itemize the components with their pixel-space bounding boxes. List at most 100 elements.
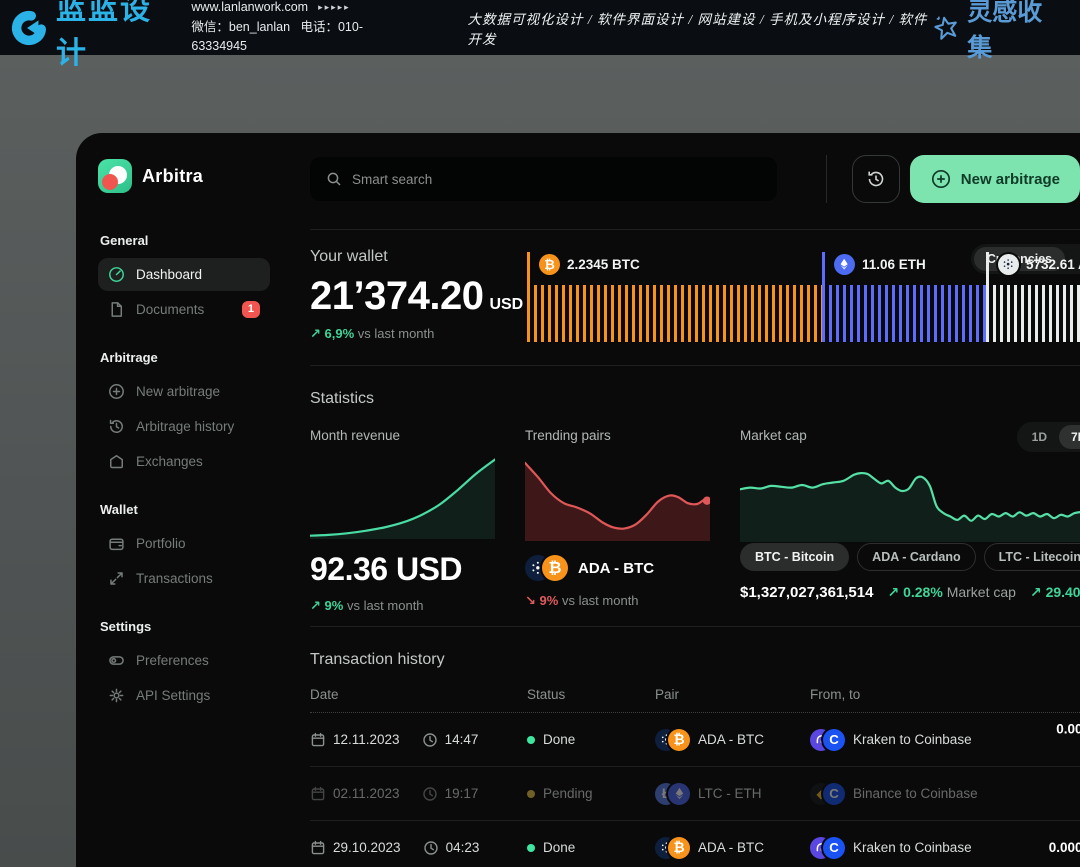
btc-coin-icon: ₿ bbox=[668, 837, 690, 859]
sidebar-item-label: Dashboard bbox=[136, 267, 202, 282]
star-icon bbox=[933, 14, 960, 42]
month-revenue-change: ↗ 9% vs last month bbox=[310, 598, 495, 614]
banner-wechat: 微信：ben_lanlan bbox=[191, 20, 290, 34]
btc-coin-icon: ₿ bbox=[542, 555, 568, 581]
lanlan-logo-icon bbox=[10, 8, 48, 48]
coinbase-coin-icon: C bbox=[823, 729, 845, 751]
wallet-total: 21’374.20USD bbox=[310, 274, 523, 319]
sidebar-item-label: API Settings bbox=[136, 688, 210, 703]
wallet-change: ↗ 6,9% vs last month bbox=[310, 326, 434, 342]
calendar-icon bbox=[310, 786, 326, 802]
holding-ticks bbox=[527, 285, 822, 342]
banner-services: 大数据可视化设计 / 软件界面设计 / 网站建设 / 手机及小程序设计 / 软件… bbox=[468, 8, 933, 48]
wallet-icon bbox=[108, 535, 125, 552]
month-revenue-card: Month revenue 92.36 USD ↗ 9% vs last mon… bbox=[310, 428, 495, 614]
sidebar-item-arbitrage-history[interactable]: Arbitrage history bbox=[98, 410, 270, 443]
coin-pill-ltc[interactable]: LTC - Litecoin bbox=[984, 543, 1080, 571]
sidebar-item-documents[interactable]: Documents1 bbox=[98, 293, 270, 326]
topbar-divider bbox=[826, 155, 827, 203]
transaction-amount: 0.0021 bbox=[1056, 718, 1080, 761]
nav-section-label: Settings bbox=[100, 619, 270, 634]
document-icon bbox=[108, 301, 125, 318]
sidebar-item-label: Preferences bbox=[136, 653, 209, 668]
calendar-icon bbox=[310, 732, 326, 748]
transaction-row[interactable]: 29.10.202304:23Done₿ADA - BTCCKraken to … bbox=[310, 821, 1080, 867]
col-date: Date bbox=[310, 687, 527, 712]
market-cap-stats: $1,327,027,361,514 ↗ 0.28% Market cap ↗ … bbox=[740, 584, 1080, 601]
range-7d[interactable]: 7D bbox=[1059, 425, 1080, 449]
pair-icons: ₿ bbox=[525, 555, 568, 581]
holding-amount: 5732.61 ADA bbox=[1026, 257, 1080, 272]
calendar-icon bbox=[310, 840, 326, 856]
col-status: Status bbox=[527, 687, 655, 712]
search-icon bbox=[326, 171, 342, 187]
promo-banner: 蓝蓝设计 www.lanlanwork.com ▸▸▸▸▸ 微信：ben_lan… bbox=[0, 0, 1080, 55]
sidebar-item-label: Documents bbox=[136, 302, 204, 317]
new-arbitrage-label: New arbitrage bbox=[961, 171, 1060, 188]
transaction-date: 12.11.2023 bbox=[333, 732, 400, 747]
inspiration-collect-button[interactable]: 灵感收集 bbox=[933, 0, 1062, 64]
sidebar-item-portfolio[interactable]: Portfolio bbox=[98, 527, 270, 560]
banner-contact: www.lanlanwork.com ▸▸▸▸▸ 微信：ben_lanlan 电… bbox=[191, 0, 407, 57]
transaction-time: 19:17 bbox=[445, 786, 479, 801]
pair-label: ADA - BTC bbox=[698, 840, 764, 855]
sidebar-item-new-arbitrage[interactable]: New arbitrage bbox=[98, 375, 270, 408]
sidebar-item-api-settings[interactable]: API Settings bbox=[98, 679, 270, 712]
transaction-time: 04:23 bbox=[446, 840, 480, 855]
month-revenue-chart bbox=[310, 457, 495, 539]
status-dot bbox=[527, 790, 535, 798]
transaction-date: 29.10.2023 bbox=[333, 840, 401, 855]
status-label: Done bbox=[543, 732, 575, 747]
transfer-icon bbox=[108, 570, 125, 587]
sidebar-item-label: Portfolio bbox=[136, 536, 186, 551]
sidebar-item-dashboard[interactable]: Dashboard bbox=[98, 258, 270, 291]
sidebar-item-preferences[interactable]: Preferences bbox=[98, 644, 270, 677]
app-brand-name: Arbitra bbox=[142, 166, 203, 187]
market-cap-pills: BTC - Bitcoin ADA - Cardano LTC - Litecoin… bbox=[740, 543, 1080, 571]
search-box[interactable] bbox=[310, 157, 777, 201]
transaction-row[interactable]: 12.11.202314:47Done₿ADA - BTCCKraken to … bbox=[310, 713, 1080, 767]
clock-icon bbox=[422, 786, 438, 802]
market-cap-value: $1,327,027,361,514 bbox=[740, 584, 873, 601]
holding-amount: 11.06 ETH bbox=[862, 257, 926, 272]
plus-circle-icon bbox=[930, 168, 952, 190]
search-input[interactable] bbox=[352, 172, 761, 187]
nav-section-label: Wallet bbox=[100, 502, 270, 517]
transaction-time: 14:47 bbox=[445, 732, 479, 747]
trending-pairs-label: Trending pairs bbox=[525, 428, 710, 443]
holding-segment-ada: 5732.61 ADA bbox=[986, 252, 1080, 342]
volume-change: ↗ 29.40% Volume (24h) bbox=[1030, 584, 1080, 601]
sidebar-item-label: New arbitrage bbox=[136, 384, 220, 399]
nav-section-general: General Dashboard Documents1 bbox=[98, 233, 270, 326]
transaction-date: 02.11.2023 bbox=[333, 786, 400, 801]
dashboard-icon bbox=[108, 266, 125, 283]
sidebar: Arbitra General Dashboard Documents1 Arbitr… bbox=[76, 133, 290, 867]
sidebar-item-exchanges[interactable]: Exchanges bbox=[98, 445, 270, 478]
arbitra-logo-icon bbox=[98, 159, 132, 193]
pair-label: LTC - ETH bbox=[698, 786, 762, 801]
route-label: Kraken to Coinbase bbox=[853, 732, 972, 747]
nav-section-label: General bbox=[100, 233, 270, 248]
range-1d[interactable]: 1D bbox=[1020, 425, 1059, 449]
trending-pair-name: ADA - BTC bbox=[578, 560, 654, 577]
clock-icon bbox=[422, 732, 438, 748]
route-label: Kraken to Coinbase bbox=[853, 840, 972, 855]
nav-section-settings: Settings Preferences API Settings bbox=[98, 619, 270, 712]
btc-coin-icon: ₿ bbox=[668, 729, 690, 751]
lanlan-logo: 蓝蓝设计 bbox=[0, 0, 177, 72]
statistics-title: Statistics bbox=[310, 390, 374, 408]
new-arbitrage-button[interactable]: New arbitrage bbox=[910, 155, 1080, 203]
transaction-history-section: Transaction history Date Status Pair Fro… bbox=[290, 651, 1080, 867]
transaction-row[interactable]: 02.11.202319:17PendingŁLTC - ETH◆CBinanc… bbox=[310, 767, 1080, 821]
coin-pill-btc[interactable]: BTC - Bitcoin bbox=[740, 543, 849, 571]
market-cap-change: ↗ 0.28% Market cap bbox=[887, 584, 1015, 601]
sidebar-item-transactions[interactable]: Transactions bbox=[98, 562, 270, 595]
transaction-history-title: Transaction history bbox=[310, 651, 1080, 669]
collect-label: 灵感收集 bbox=[967, 0, 1062, 64]
trending-pairs-change: ↘ 9% vs last month bbox=[525, 593, 710, 609]
api-icon bbox=[108, 687, 125, 704]
history-button[interactable] bbox=[852, 155, 900, 203]
ada-light-coin-icon bbox=[998, 254, 1019, 275]
coin-pill-ada[interactable]: ADA - Cardano bbox=[857, 543, 975, 571]
holdings-strip: ₿2.2345 BTC11.06 ETH5732.61 ADA bbox=[527, 252, 1080, 342]
